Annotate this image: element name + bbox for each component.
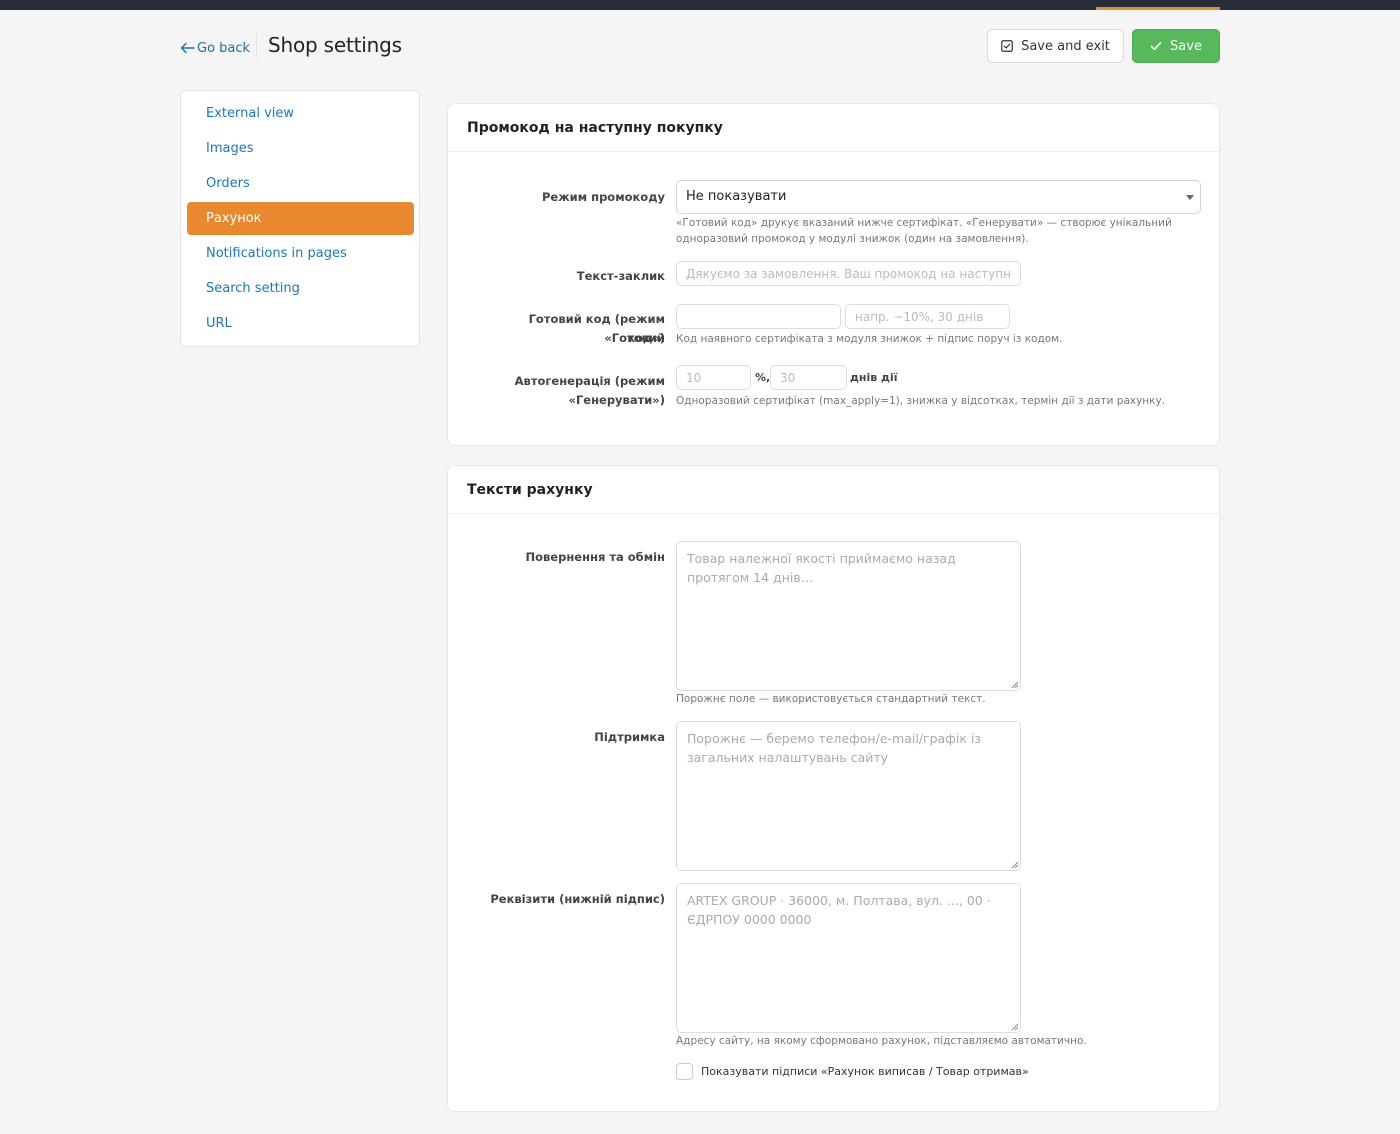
caret-down-icon xyxy=(1186,195,1194,200)
top-bar-accent xyxy=(1096,7,1220,10)
invoice-texts-card-header: Тексти рахунку xyxy=(448,466,1219,514)
autogen-label-line-2: «Генерувати») xyxy=(568,393,665,407)
returns-label: Повернення та обмін xyxy=(525,550,665,564)
returns-hint: Порожнє поле — використовується стандарт… xyxy=(676,693,986,705)
autogen-label-line-1: Автогенерація (режим xyxy=(514,374,665,388)
support-textarea[interactable] xyxy=(676,721,1021,871)
promo-mode-hint-line-1: «Готовий код» друкує вказаний нижче серт… xyxy=(676,217,1172,229)
requisites-textarea[interactable] xyxy=(676,883,1021,1033)
sidebar-item-external-view[interactable]: External view xyxy=(187,97,414,130)
autogen-days-input[interactable] xyxy=(770,365,847,390)
support-label: Підтримка xyxy=(594,730,665,744)
sidebar-item-search-setting[interactable]: Search setting xyxy=(187,272,414,305)
checkbox-icon xyxy=(1001,40,1013,52)
promo-card-title: Промокод на наступну покупку xyxy=(467,120,723,136)
cta-text-label: Текст-заклик xyxy=(576,269,665,283)
promo-card-header: Промокод на наступну покупку xyxy=(448,104,1219,152)
arrow-left-icon xyxy=(180,42,195,54)
ready-code-input[interactable] xyxy=(676,304,841,329)
returns-textarea[interactable] xyxy=(676,541,1021,691)
promo-mode-value: Не показувати xyxy=(686,189,787,204)
save-label: Save xyxy=(1170,38,1202,54)
cta-text-input[interactable] xyxy=(676,261,1021,286)
settings-sidebar: External view Images Orders Рахунок Noti… xyxy=(180,90,420,347)
ready-code-hint: Код наявного сертифіката з модуля знижок… xyxy=(676,333,1063,345)
save-and-exit-button[interactable]: Save and exit xyxy=(987,29,1124,63)
signatures-checkbox-label[interactable]: Показувати підписи «Рахунок виписав / То… xyxy=(701,1063,1029,1080)
sidebar-item-notifications[interactable]: Notifications in pages xyxy=(187,237,414,270)
check-icon xyxy=(1150,42,1162,51)
sidebar-item-url[interactable]: URL xyxy=(187,307,414,340)
autogen-hint: Одноразовий сертифікат (max_apply=1), зн… xyxy=(676,395,1166,407)
signatures-checkbox[interactable] xyxy=(676,1063,693,1080)
save-button[interactable]: Save xyxy=(1132,29,1220,63)
go-back-link[interactable]: Go back xyxy=(180,38,250,58)
sidebar-item-invoice[interactable]: Рахунок xyxy=(187,202,414,235)
requisites-hint: Адресу сайту, на якому сформовано рахуно… xyxy=(676,1035,1087,1047)
autogen-percent-suffix: %, xyxy=(755,371,771,384)
ready-code-label-line-2: код») xyxy=(627,331,665,345)
sidebar-item-orders[interactable]: Orders xyxy=(187,167,414,200)
invoice-texts-card-title: Тексти рахунку xyxy=(467,482,593,498)
promo-mode-hint-line-2: одноразовий промокод у модулі знижок (од… xyxy=(676,233,1029,245)
promo-card: Промокод на наступну покупку Режим промо… xyxy=(447,103,1220,446)
header-divider xyxy=(256,34,257,58)
ready-code-caption-input[interactable] xyxy=(845,304,1010,329)
requisites-label: Реквізити (нижній підпис) xyxy=(490,892,665,906)
go-back-label: Go back xyxy=(197,40,251,56)
promo-mode-label: Режим промокоду xyxy=(541,190,665,204)
invoice-texts-card: Тексти рахунку Повернення та обмін Порож… xyxy=(447,465,1220,1112)
autogen-days-suffix: днів дії xyxy=(850,371,898,384)
sidebar-item-images[interactable]: Images xyxy=(187,132,414,165)
autogen-percent-input[interactable] xyxy=(676,365,751,390)
save-and-exit-label: Save and exit xyxy=(1021,38,1110,54)
promo-mode-select[interactable]: Не показувати xyxy=(676,180,1201,214)
page-title: Shop settings xyxy=(268,33,402,57)
